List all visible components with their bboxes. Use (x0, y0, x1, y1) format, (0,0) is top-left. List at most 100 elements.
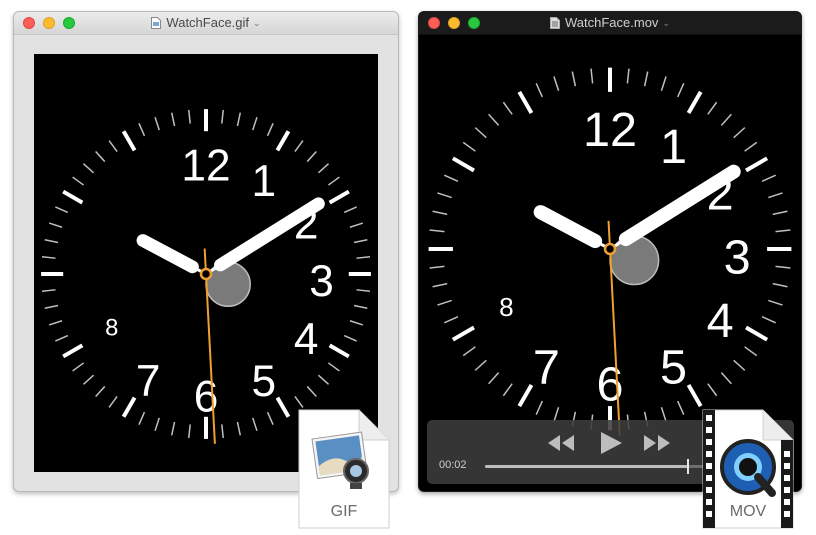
minute-tick (41, 256, 56, 259)
fast-forward-icon (644, 435, 670, 451)
minute-tick (488, 372, 500, 385)
minute-tick (443, 316, 459, 324)
chevron-down-icon[interactable]: ⌄ (662, 15, 670, 31)
minute-tick (643, 71, 649, 87)
chevron-down-icon[interactable]: ⌄ (253, 15, 261, 31)
hour-hand (533, 205, 611, 251)
mov-file-icon[interactable]: MOV (702, 409, 794, 529)
minute-tick (95, 150, 106, 163)
minute-tick (306, 150, 317, 163)
minute-tick (55, 334, 69, 342)
hour-marker (121, 396, 137, 418)
hour-numeral-8: 8 (105, 314, 118, 341)
minute-tick (356, 256, 371, 259)
scrubber-handle[interactable] (687, 459, 689, 474)
minute-tick (429, 229, 445, 233)
minute-tick (48, 222, 63, 228)
hour-marker (451, 325, 475, 342)
hour-marker (517, 90, 534, 114)
scrubber-progress (485, 465, 688, 468)
hour-marker (745, 325, 769, 342)
minute-tick (775, 229, 791, 233)
minute-tick (82, 163, 95, 174)
gif-title-text: WatchFace.gif (166, 15, 250, 30)
minute-tick (266, 411, 274, 425)
mov-window-title[interactable]: WatchFace.mov ⌄ (419, 15, 801, 33)
minute-tick (236, 112, 242, 127)
hour-numeral-5: 5 (660, 340, 687, 394)
minute-tick (474, 127, 487, 139)
hour-numeral-4: 4 (707, 294, 734, 348)
hour-marker (328, 189, 350, 205)
minute-tick (733, 359, 746, 371)
hour-numeral-7: 7 (533, 340, 560, 394)
mov-window-titlebar[interactable]: WatchFace.mov ⌄ (419, 12, 801, 35)
minute-tick (443, 174, 459, 182)
minute-tick (154, 417, 160, 432)
minute-tick (429, 265, 445, 269)
gif-file-icon[interactable]: GIF (298, 409, 390, 529)
minute-tick (95, 385, 106, 398)
minute-tick (488, 113, 500, 126)
minute-tick (349, 320, 364, 326)
minute-tick (188, 109, 191, 124)
hour-numeral-8: 8 (499, 292, 514, 322)
play-icon (601, 432, 622, 454)
minute-tick (772, 210, 788, 216)
minute-tick (48, 320, 63, 326)
minute-tick (502, 383, 513, 397)
minute-tick (571, 71, 577, 87)
minute-tick (72, 176, 85, 186)
minute-tick (720, 372, 732, 385)
gif-file-label: GIF (330, 503, 358, 520)
minute-tick (353, 304, 368, 310)
minute-tick (41, 289, 56, 292)
minute-tick (108, 140, 118, 153)
hour-numeral-6: 6 (596, 357, 623, 411)
hour-numeral-1: 1 (660, 120, 687, 174)
hour-marker (745, 156, 769, 173)
minute-tick (138, 123, 146, 137)
minute-tick (474, 359, 487, 371)
minute-tick (138, 411, 146, 425)
rewind-icon (548, 435, 574, 451)
minute-tick (44, 238, 59, 244)
mov-file-label: MOV (729, 503, 767, 520)
minute-tick (720, 113, 732, 126)
hour-marker (686, 90, 703, 114)
hour-marker (62, 189, 84, 205)
gif-window-title[interactable]: WatchFace.gif ⌄ (14, 15, 398, 33)
minute-tick (707, 101, 718, 115)
center-pivot (603, 242, 617, 256)
minute-tick (768, 192, 783, 199)
minute-tick (437, 299, 452, 306)
minute-tick (306, 385, 317, 398)
rewind-button[interactable] (547, 434, 575, 457)
minute-tick (356, 289, 371, 292)
hour-marker (328, 343, 350, 359)
minute-tick (707, 383, 718, 397)
minute-tick (108, 395, 118, 408)
hour-numeral-12: 12 (583, 103, 637, 157)
gif-window-titlebar[interactable]: WatchFace.gif ⌄ (14, 12, 398, 35)
minute-tick (44, 304, 59, 310)
hour-hand (136, 234, 207, 276)
minute-tick (772, 282, 788, 288)
minute-tick (327, 176, 340, 186)
minute-tick (775, 265, 791, 269)
minute-tick (55, 206, 69, 214)
minute-tick (553, 76, 560, 91)
minute-tick (733, 127, 746, 139)
minute-tick (170, 112, 176, 127)
play-button[interactable] (599, 431, 623, 460)
minute-tick (294, 395, 304, 408)
mov-title-text: WatchFace.mov (565, 15, 659, 30)
hour-marker (275, 396, 291, 418)
minute-tick (317, 163, 330, 174)
minute-tick (221, 109, 224, 124)
current-time: 00:02 (439, 459, 467, 471)
fast-forward-button[interactable] (643, 434, 671, 457)
minute-tick (72, 362, 85, 372)
minute-tick (462, 141, 476, 152)
minute-tick (761, 174, 777, 182)
